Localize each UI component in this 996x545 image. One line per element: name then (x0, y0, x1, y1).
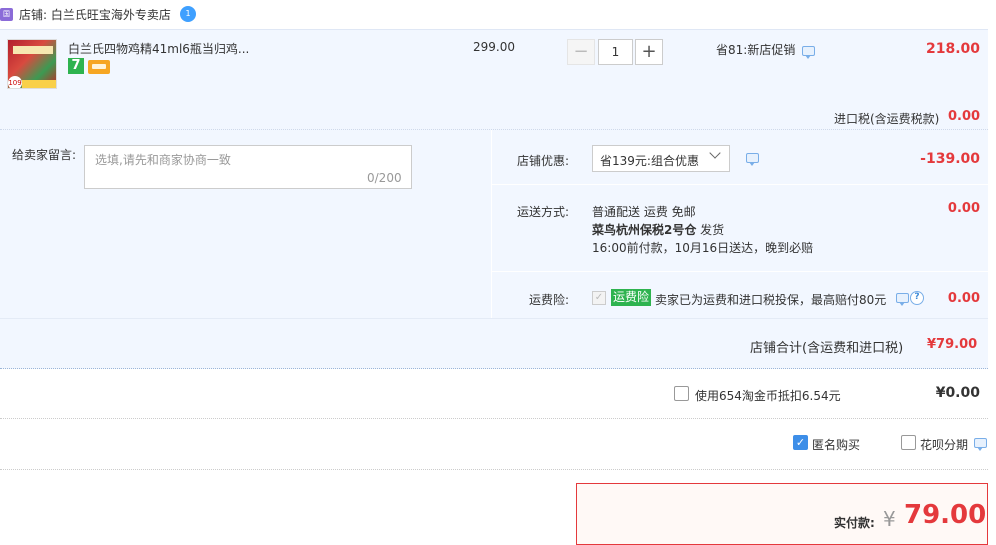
taojinbi-row: 使用654淘金币抵扣6.54元 ¥0.00 (0, 369, 988, 419)
global-shop-badge-icon: 国际 (0, 8, 13, 31)
shipping-amount: 0.00 (947, 201, 980, 216)
delivery-promise: 16:00前付款，10月16日送达，晚到必赔 (592, 241, 814, 255)
quantity-increase-button[interactable]: + (635, 39, 663, 65)
comment-icon[interactable] (802, 46, 815, 59)
item-promotion: 省81:新店促销 (716, 43, 796, 57)
huabei-installment-checkbox[interactable] (901, 435, 916, 450)
unit-price: 299.00 (473, 40, 515, 54)
warehouse-suffix: 发货 (696, 223, 725, 237)
shop-name[interactable]: 店铺: 白兰氏旺宝海外专卖店 (19, 6, 171, 23)
comment-icon[interactable] (974, 438, 987, 451)
wangwang-chat-icon[interactable]: 1 (180, 6, 196, 22)
payment-amount: 79.00 (904, 500, 987, 530)
order-options: 给卖家留言: 选填,请先和商家协商一致 0/200 店铺优惠: 省139元:组合… (0, 130, 988, 318)
options-row-divider (492, 184, 988, 185)
purchase-options-row: ✓ 匿名购买 花呗分期 (0, 420, 988, 470)
item-subtotal: 218.00 (925, 41, 980, 57)
anonymous-purchase-checkbox[interactable]: ✓ (793, 435, 808, 450)
shop-header: 国际 店铺: 白兰氏旺宝海外专卖店 1 (0, 0, 996, 31)
order-item-row: 109 白兰氏四物鸡精41ml6瓶当归鸡... 7 299.00 − + 省81… (0, 29, 988, 130)
product-thumbnail[interactable]: 109 (7, 39, 57, 89)
options-row-divider (492, 271, 988, 272)
shipping-insurance-description: 卖家已为运费和进口税投保，最高赔付80元 (655, 293, 887, 307)
seller-message-counter: 0/200 (367, 171, 402, 185)
shop-total-value: ¥79.00 (927, 337, 978, 352)
quantity-decrease-button[interactable]: − (567, 39, 595, 65)
comment-icon[interactable] (746, 153, 759, 166)
shipping-insurance-label: 运费险: (529, 293, 570, 307)
thumbnail-price-badge: 109 (8, 76, 22, 88)
shop-discount-amount: -139.00 (920, 151, 980, 167)
shop-discount-label: 店铺优惠: (517, 154, 570, 168)
import-tax-label: 进口税(含运费税款) (834, 112, 940, 126)
shipping-method-label: 运送方式: (517, 205, 570, 219)
huabei-installment-label[interactable]: 花呗分期 (920, 436, 968, 453)
taojinbi-checkbox[interactable] (674, 386, 689, 401)
seller-message-placeholder: 选填,请先和商家协商一致 (95, 153, 231, 167)
shipping-insurance-amount: 0.00 (947, 291, 980, 306)
shipping-warehouse: 菜鸟杭州保税2号仓 发货 (592, 221, 724, 238)
taojinbi-value: ¥0.00 (935, 385, 980, 401)
shop-total-row: 店铺合计(含运费和进口税) ¥79.00 (0, 318, 988, 369)
credit-card-icon[interactable] (88, 60, 110, 74)
payment-label: 实付款: (834, 516, 875, 530)
shipping-method: 普通配送 运费 免邮 (592, 205, 696, 219)
shop-total-label: 店铺合计(含运费和进口税) (750, 341, 904, 356)
options-divider (491, 130, 492, 318)
taojinbi-label[interactable]: 使用654淘金币抵扣6.54元 (695, 387, 841, 404)
seven-day-return-icon[interactable]: 7 (68, 58, 84, 74)
shipping-insurance-badge: 运费险 (611, 289, 652, 306)
product-title-link[interactable]: 白兰氏四物鸡精41ml6瓶当归鸡... (68, 40, 249, 57)
warehouse-name: 菜鸟杭州保税2号仓 (592, 223, 697, 237)
shop-discount-selected: 省139元:组合优惠 (600, 154, 699, 168)
order-confirmation: 国际 店铺: 白兰氏旺宝海外专卖店 1 109 白兰氏四物鸡精41ml6瓶当归鸡… (0, 0, 996, 545)
payment-currency: ¥ (883, 507, 896, 531)
quantity-input[interactable] (598, 39, 633, 65)
anonymous-purchase-label[interactable]: 匿名购买 (812, 436, 860, 453)
seller-message-label: 给卖家留言: (12, 148, 77, 162)
shipping-insurance-checkbox: ✓ (592, 291, 606, 305)
import-tax-value: 0.00 (948, 109, 981, 124)
